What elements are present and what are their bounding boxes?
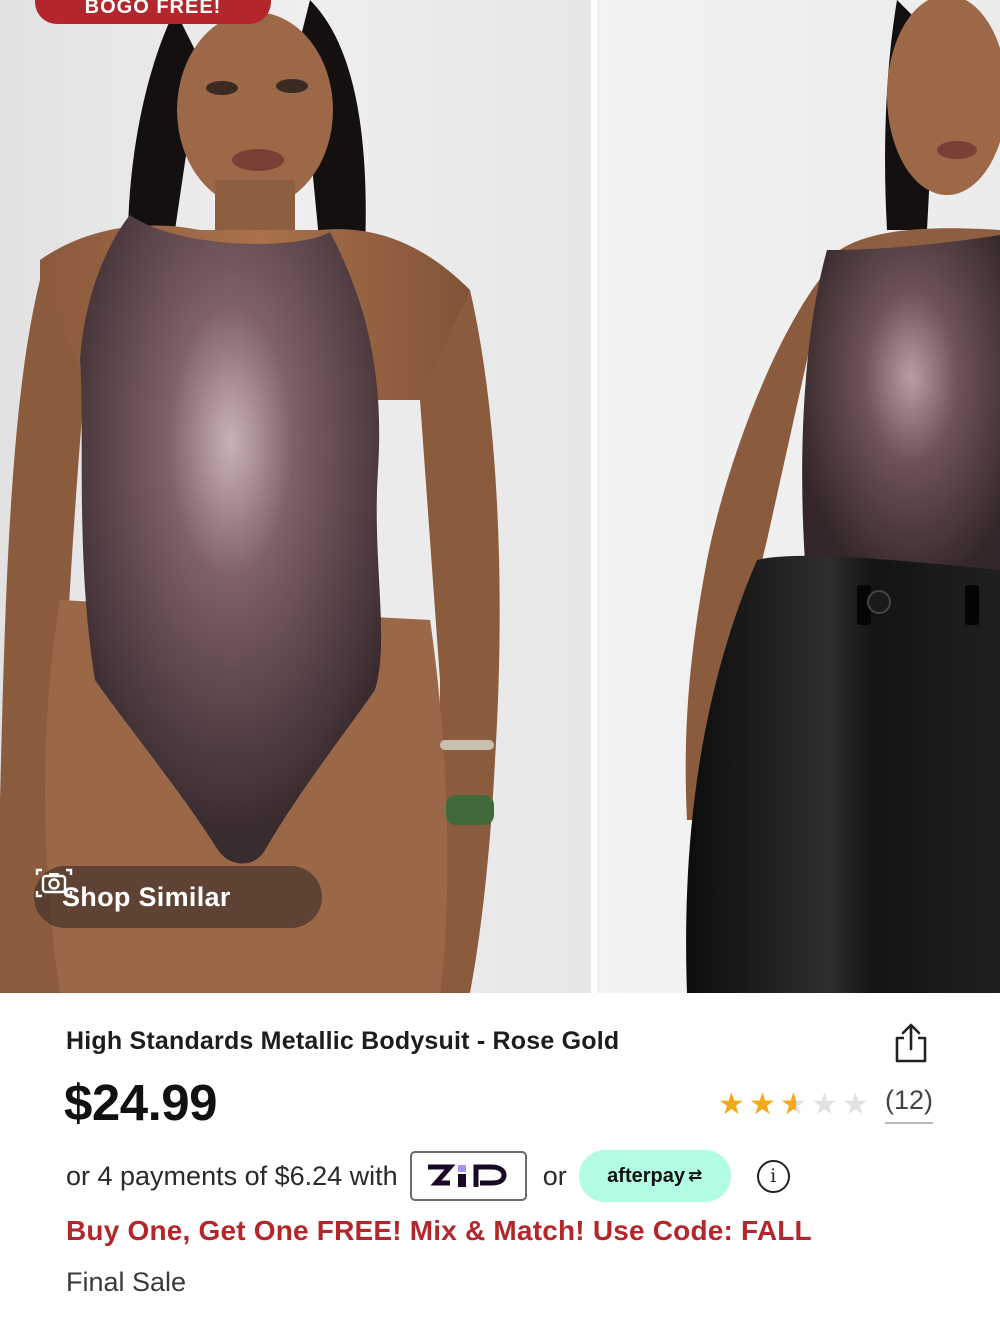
review-count-link[interactable]: (12) (885, 1085, 934, 1124)
zip-logo (428, 1164, 507, 1187)
star-full-icon: ★ (718, 1087, 745, 1121)
promo-tag: BOGO FREE! (35, 0, 271, 24)
product-price: $24.99 (64, 1074, 218, 1131)
installment-payments: or 4 payments of $6.24 with or afterpay … (66, 1149, 790, 1203)
product-image-1[interactable]: BOGO FREE! Shop Similar (0, 0, 591, 993)
installment-text: or 4 payments of $6.24 with (66, 1160, 398, 1191)
shop-similar-label: Shop Similar (62, 881, 231, 912)
zip-button[interactable] (409, 1151, 527, 1201)
afterpay-button[interactable]: afterpay ⇄ (578, 1150, 731, 1202)
model-photo-front (0, 0, 500, 993)
product-image-gallery[interactable]: BOGO FREE! Shop Similar (0, 0, 1000, 993)
product-title: High Standards Metallic Bodysuit - Rose … (66, 1027, 620, 1055)
promo-tag-label: BOGO FREE! (84, 0, 222, 18)
final-sale-text: Final Sale (66, 1267, 187, 1297)
shop-similar-button[interactable]: Shop Similar (34, 866, 322, 928)
or-text: or (542, 1160, 567, 1191)
promo-code-text: Buy One, Get One FREE! Mix & Match! Use … (66, 1215, 812, 1246)
afterpay-label: afterpay (607, 1164, 685, 1187)
star-full-icon: ★ (749, 1087, 776, 1121)
model-photo-side (685, 0, 1000, 993)
camera-icon (35, 868, 73, 898)
afterpay-arrows-icon: ⇄ (687, 1166, 703, 1185)
share-icon[interactable] (893, 1023, 929, 1065)
star-half-icon: ★ (780, 1089, 811, 1120)
star-empty-icon: ★ (842, 1087, 869, 1121)
product-info: High Standards Metallic Bodysuit - Rose … (0, 993, 1000, 1333)
product-rating[interactable]: ★ ★ ★ ★ ★ (12) (718, 1085, 934, 1124)
star-empty-icon: ★ (811, 1087, 838, 1121)
info-icon[interactable]: i (756, 1159, 790, 1193)
product-image-2[interactable] (597, 0, 1000, 993)
